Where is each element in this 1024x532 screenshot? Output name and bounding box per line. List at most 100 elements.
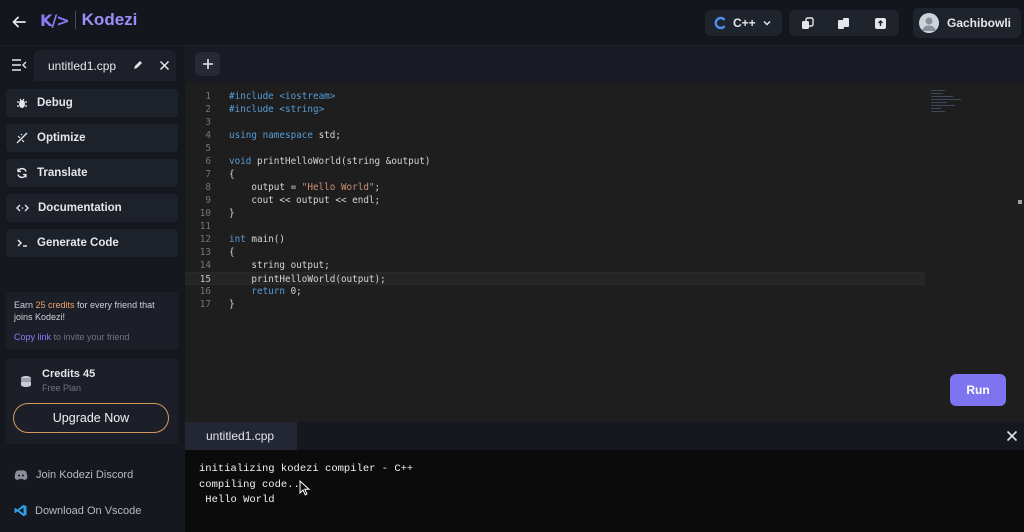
- sidebar-item-optimize[interactable]: Optimize: [6, 124, 178, 152]
- file-tab-label: untitled1.cpp: [48, 58, 117, 73]
- minimap[interactable]: [931, 90, 991, 120]
- line-source[interactable]: void printHelloWorld(string &output): [229, 155, 431, 168]
- join-discord-link[interactable]: Join Kodezi Discord: [14, 469, 133, 481]
- code-line[interactable]: 8 output = "Hello World";: [185, 181, 925, 194]
- line-number: 13: [199, 247, 211, 258]
- rename-file-button[interactable]: [131, 58, 145, 72]
- mouse-cursor-icon: [299, 480, 311, 496]
- sidebar-item-translate[interactable]: Translate: [6, 159, 178, 187]
- code-line[interactable]: 12 int main(): [185, 233, 925, 246]
- line-source[interactable]: int main(): [229, 233, 285, 246]
- line-source[interactable]: #include <string>: [229, 103, 324, 116]
- sidebar-item-label: Documentation: [38, 202, 122, 214]
- code-line[interactable]: 4 using namespace std;: [185, 129, 925, 142]
- line-source[interactable]: cout << output << endl;: [229, 194, 380, 207]
- line-source[interactable]: #include <iostream>: [229, 90, 335, 103]
- line-source[interactable]: }: [229, 298, 235, 311]
- copy-button[interactable]: [796, 12, 818, 34]
- upload-icon: [875, 17, 887, 29]
- pencil-icon: [134, 61, 142, 69]
- code-line[interactable]: 17}: [185, 298, 925, 311]
- line-number: 3: [205, 117, 211, 128]
- console-line: initializing kodezi compiler - C++: [199, 463, 414, 475]
- plus-icon: [202, 59, 213, 69]
- back-button[interactable]: [8, 11, 30, 33]
- add-file-button[interactable]: [195, 52, 220, 76]
- line-source[interactable]: {: [229, 168, 235, 181]
- promo-text: Earn 25 credits for every friend that jo…: [14, 299, 170, 323]
- code-line[interactable]: 3: [185, 116, 925, 129]
- toolbar-actions: [789, 10, 899, 36]
- close-icon: [159, 60, 169, 70]
- console-line: Hello World: [199, 494, 275, 506]
- code-line[interactable]: 1 #include <iostream>: [185, 90, 925, 103]
- sidebar-item-label: Generate Code: [37, 237, 119, 249]
- kodezi-logo[interactable]: K/> Kodezi: [40, 10, 137, 30]
- line-source[interactable]: output = "Hello World";: [229, 181, 380, 194]
- user-icon: [922, 17, 936, 31]
- promo-credits-amount: 25 credits: [35, 300, 75, 310]
- tab-untitled1-cpp[interactable]: untitled1.cpp: [34, 50, 176, 81]
- coins-icon: [16, 372, 36, 392]
- code-line[interactable]: 9 cout << output << endl;: [185, 194, 925, 207]
- code-line[interactable]: 7{: [185, 168, 925, 181]
- sidebar-item-generate-code[interactable]: Generate Code: [6, 229, 178, 257]
- line-number: 14: [199, 260, 211, 271]
- run-button[interactable]: Run: [950, 374, 1006, 406]
- discord-label: Join Kodezi Discord: [36, 469, 134, 481]
- logo-divider: [74, 11, 76, 29]
- collapse-sidebar-button[interactable]: [10, 56, 28, 74]
- refresh-icon: [17, 167, 27, 179]
- code-line[interactable]: 10}: [185, 207, 925, 220]
- line-number: 10: [199, 208, 211, 219]
- download-vscode-link[interactable]: Download On Vscode: [14, 504, 141, 517]
- line-number: 12: [199, 234, 211, 245]
- upgrade-now-button[interactable]: Upgrade Now: [13, 403, 169, 433]
- line-source[interactable]: }: [229, 207, 235, 220]
- code-line[interactable]: 5: [185, 142, 925, 155]
- close-tab-button[interactable]: [157, 58, 171, 72]
- code-line[interactable]: 15 printHelloWorld(output);: [185, 272, 925, 285]
- arrow-left-icon: [12, 16, 26, 28]
- files-button[interactable]: [833, 12, 855, 34]
- sidebar-item-debug[interactable]: Debug: [6, 89, 178, 117]
- credits-card: Credits 45 Free Plan Upgrade Now: [6, 359, 178, 444]
- sidebar-item-label: Translate: [37, 167, 88, 179]
- user-menu-button[interactable]: Gachibowli: [913, 8, 1021, 38]
- sidebar-menu: Debug Optimize Translate Documentation G…: [6, 89, 178, 264]
- close-icon: [1006, 430, 1018, 442]
- code-line[interactable]: 16 return 0;: [185, 285, 925, 298]
- copy-link[interactable]: Copy link: [14, 332, 51, 342]
- code-lines[interactable]: 1 #include <iostream> 2 #include <string> 3 4…: [185, 90, 925, 311]
- scrollbar-marker[interactable]: [1018, 200, 1022, 204]
- line-source[interactable]: return 0;: [229, 285, 301, 298]
- code-line[interactable]: 2 #include <string>: [185, 103, 925, 116]
- line-number: 5: [205, 143, 211, 154]
- language-select[interactable]: C++: [705, 10, 782, 36]
- avatar: [919, 13, 939, 33]
- logo-text: Kodezi: [81, 10, 138, 29]
- code-line[interactable]: 13 {: [185, 246, 925, 259]
- top-bar: K/> Kodezi C++ Gachibowli: [0, 0, 1024, 46]
- files-icon: [838, 17, 850, 29]
- line-number: 8: [205, 182, 211, 193]
- sidebar-item-documentation[interactable]: Documentation: [6, 194, 178, 222]
- line-source[interactable]: {: [229, 246, 235, 259]
- code-editor[interactable]: 1 #include <iostream> 2 #include <string> 3 4…: [185, 82, 1024, 422]
- cpp-language-icon: [714, 16, 726, 30]
- code-line[interactable]: 11: [185, 220, 925, 233]
- user-name: Gachibowli: [947, 16, 1012, 30]
- upload-button[interactable]: [870, 12, 892, 34]
- code-brackets-icon: [16, 204, 29, 212]
- line-source[interactable]: string output;: [229, 259, 329, 272]
- code-line[interactable]: 14 string output;: [185, 259, 925, 272]
- credits-count: Credits 45: [42, 368, 96, 380]
- tab-output-untitled1-cpp[interactable]: untitled1.cpp: [185, 422, 297, 450]
- chevron-down-icon: [763, 20, 771, 26]
- line-number: 9: [205, 195, 211, 206]
- close-output-button[interactable]: [1005, 429, 1019, 443]
- line-number: 2: [205, 104, 211, 115]
- line-source[interactable]: using namespace std;: [229, 129, 341, 142]
- line-number: 17: [199, 299, 211, 310]
- code-line[interactable]: 6 void printHelloWorld(string &output): [185, 155, 925, 168]
